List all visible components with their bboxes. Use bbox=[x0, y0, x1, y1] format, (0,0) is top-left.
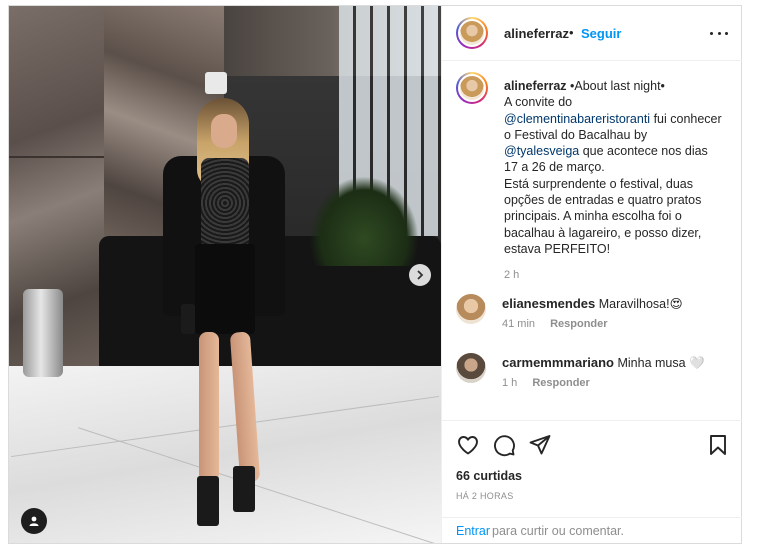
comment-time: 41 min bbox=[502, 318, 536, 330]
instagram-post: alineferraz • Seguir alineferraz •About … bbox=[8, 5, 742, 544]
share-icon bbox=[529, 435, 551, 455]
more-options-icon bbox=[710, 31, 713, 35]
post-actions: 66 curtidas HÁ 2 HORAS Entrar para curti… bbox=[442, 420, 742, 540]
mention-tyalesveiga[interactable]: @tyalesveiga bbox=[504, 144, 579, 158]
share-button[interactable] bbox=[528, 433, 552, 457]
login-prompt-text: para curtir ou comentar. bbox=[492, 524, 625, 538]
caption-text: alineferraz •About last night• A convite… bbox=[504, 78, 724, 284]
post-side-panel: alineferraz • Seguir alineferraz •About … bbox=[441, 6, 742, 543]
bookmark-icon bbox=[710, 435, 726, 455]
post-header: alineferraz • Seguir bbox=[442, 6, 742, 61]
comment-text: Minha musa 🤍 bbox=[617, 356, 705, 370]
mention-clementina[interactable]: @clementinabareristoranti bbox=[504, 112, 650, 126]
commenter-username[interactable]: carmemmmariano bbox=[502, 355, 614, 370]
reply-button[interactable]: Responder bbox=[550, 318, 607, 330]
person-figure bbox=[159, 96, 289, 536]
author-username[interactable]: alineferraz bbox=[504, 26, 569, 41]
add-comment-bar: Entrar para curtir ou comentar. bbox=[442, 517, 742, 543]
comment-text: Maravilhosa!😍 bbox=[598, 297, 683, 311]
post-time: HÁ 2 HORAS bbox=[456, 491, 514, 501]
follow-button[interactable]: Seguir bbox=[581, 26, 621, 41]
author-avatar[interactable] bbox=[456, 17, 488, 49]
commenter-username[interactable]: elianesmendes bbox=[502, 296, 595, 311]
caption-username[interactable]: alineferraz bbox=[504, 79, 567, 93]
comment-time: 1 h bbox=[502, 377, 518, 389]
user-tag-icon bbox=[29, 516, 39, 526]
heart-icon bbox=[458, 436, 478, 455]
caption-avatar[interactable] bbox=[456, 72, 488, 104]
like-button[interactable] bbox=[456, 433, 480, 457]
caption-title: •About last night• bbox=[570, 79, 665, 93]
commenter-avatar[interactable] bbox=[456, 294, 486, 324]
like-count[interactable]: 66 curtidas bbox=[456, 469, 522, 483]
next-photo-button[interactable] bbox=[409, 264, 431, 286]
comment-item: elianesmendes Maravilhosa!😍 41 min Respo… bbox=[456, 294, 736, 344]
comment-button[interactable] bbox=[492, 433, 516, 457]
more-options-button[interactable] bbox=[710, 24, 728, 42]
comment-icon bbox=[494, 435, 515, 457]
separator-dot: • bbox=[569, 25, 574, 40]
comment-item: carmemmmariano Minha musa 🤍 1 h Responde… bbox=[456, 353, 736, 403]
chevron-right-icon bbox=[417, 270, 424, 280]
login-link[interactable]: Entrar bbox=[456, 524, 490, 538]
save-button[interactable] bbox=[706, 433, 730, 457]
post-photo[interactable] bbox=[9, 6, 441, 543]
commenter-avatar[interactable] bbox=[456, 353, 486, 383]
caption-line-1: A convite do bbox=[504, 95, 573, 110]
reply-button[interactable]: Responder bbox=[532, 377, 589, 389]
caption-timestamp: 2 h bbox=[504, 269, 520, 282]
tagged-users-button[interactable] bbox=[21, 508, 47, 534]
caption-line-4: Está surprendente o festival, duas opçõe… bbox=[504, 176, 702, 256]
